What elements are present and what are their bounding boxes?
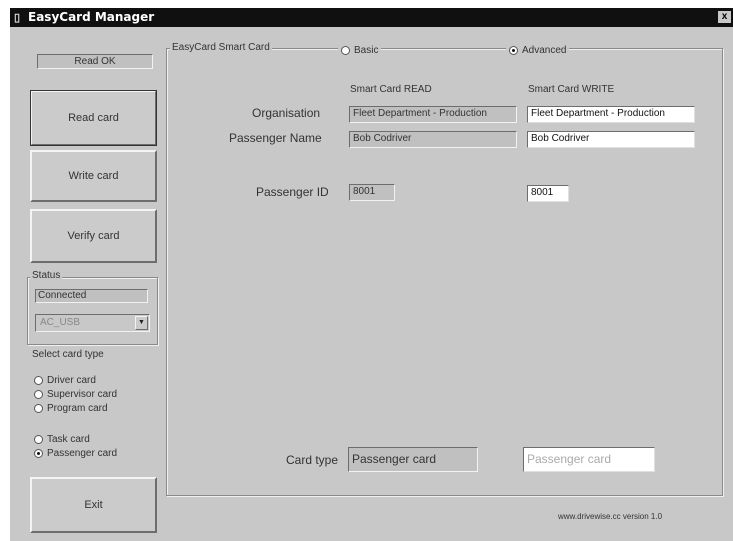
radio-label: Driver card xyxy=(47,375,96,386)
organisation-label: Organisation xyxy=(252,106,321,120)
organisation-read-field: Fleet Department - Production xyxy=(349,106,517,123)
card-type-write-field[interactable]: Passenger card xyxy=(523,447,655,472)
version-text: www.drivewise.cc version 1.0 xyxy=(558,512,663,521)
radio-label: Task card xyxy=(47,434,90,445)
radio-task-card[interactable]: Task card xyxy=(34,434,90,445)
exit-button[interactable]: Exit xyxy=(30,477,157,533)
radio-circle-selected xyxy=(34,449,43,458)
connection-status-field: Connected xyxy=(35,289,148,303)
radio-circle xyxy=(34,435,43,444)
write-card-label: Write card xyxy=(68,170,119,182)
port-select[interactable]: AC_USB ▼ xyxy=(35,314,150,332)
card-icon: ▯ xyxy=(14,12,21,24)
radio-label: Passenger card xyxy=(47,448,118,459)
read-status-field: Read OK xyxy=(37,54,153,69)
radio-basic[interactable]: Basic xyxy=(338,45,382,56)
write-card-button[interactable]: Write card xyxy=(30,150,157,202)
passenger-name-read-field: Bob Codriver xyxy=(349,131,517,148)
read-card-button[interactable]: Read card xyxy=(30,90,157,146)
card-type-group-title: Select card type xyxy=(32,349,104,360)
passenger-name-write-field[interactable]: Bob Codriver xyxy=(527,131,695,148)
verify-card-label: Verify card xyxy=(67,230,120,242)
passenger-name-label: Passenger Name xyxy=(229,131,322,145)
column-header-write: Smart Card WRITE xyxy=(528,84,615,95)
smart-card-group-title: EasyCard Smart Card xyxy=(170,42,272,53)
passenger-id-label: Passenger ID xyxy=(256,185,329,199)
radio-program-card[interactable]: Program card xyxy=(34,403,108,414)
radio-circle xyxy=(341,46,350,55)
radio-label: Basic xyxy=(354,45,379,56)
verify-card-button[interactable]: Verify card xyxy=(30,209,157,263)
card-type-read-field: Passenger card xyxy=(348,447,478,472)
radio-circle xyxy=(34,376,43,385)
radio-advanced[interactable]: Advanced xyxy=(506,45,570,56)
title-bar: ▯ EasyCard Manager x xyxy=(10,8,733,27)
radio-circle xyxy=(34,390,43,399)
radio-circle xyxy=(34,404,43,413)
radio-passenger-card[interactable]: Passenger card xyxy=(34,448,117,459)
status-group-title: Status xyxy=(30,270,63,281)
dropdown-arrow-icon[interactable]: ▼ xyxy=(135,316,148,330)
port-select-value: AC_USB xyxy=(40,317,81,328)
read-card-label: Read card xyxy=(68,112,119,124)
app-window: ▯ EasyCard Manager x Read OK Read card W… xyxy=(10,8,733,541)
exit-label: Exit xyxy=(84,499,103,511)
card-type-label: Card type xyxy=(286,453,339,467)
organisation-write-field[interactable]: Fleet Department - Production xyxy=(527,106,695,123)
close-button[interactable]: x xyxy=(718,11,731,23)
window-title: EasyCard Manager xyxy=(28,10,155,24)
passenger-id-write-field[interactable]: 8001 xyxy=(527,185,569,202)
radio-supervisor-card[interactable]: Supervisor card xyxy=(34,389,117,400)
column-header-read: Smart Card READ xyxy=(350,84,432,95)
radio-driver-card[interactable]: Driver card xyxy=(34,375,96,386)
radio-circle-selected xyxy=(509,46,518,55)
radio-label: Supervisor card xyxy=(47,389,118,400)
status-group xyxy=(27,277,158,345)
radio-label: Advanced xyxy=(522,45,567,56)
passenger-id-read-field: 8001 xyxy=(349,184,395,201)
radio-label: Program card xyxy=(47,403,108,414)
